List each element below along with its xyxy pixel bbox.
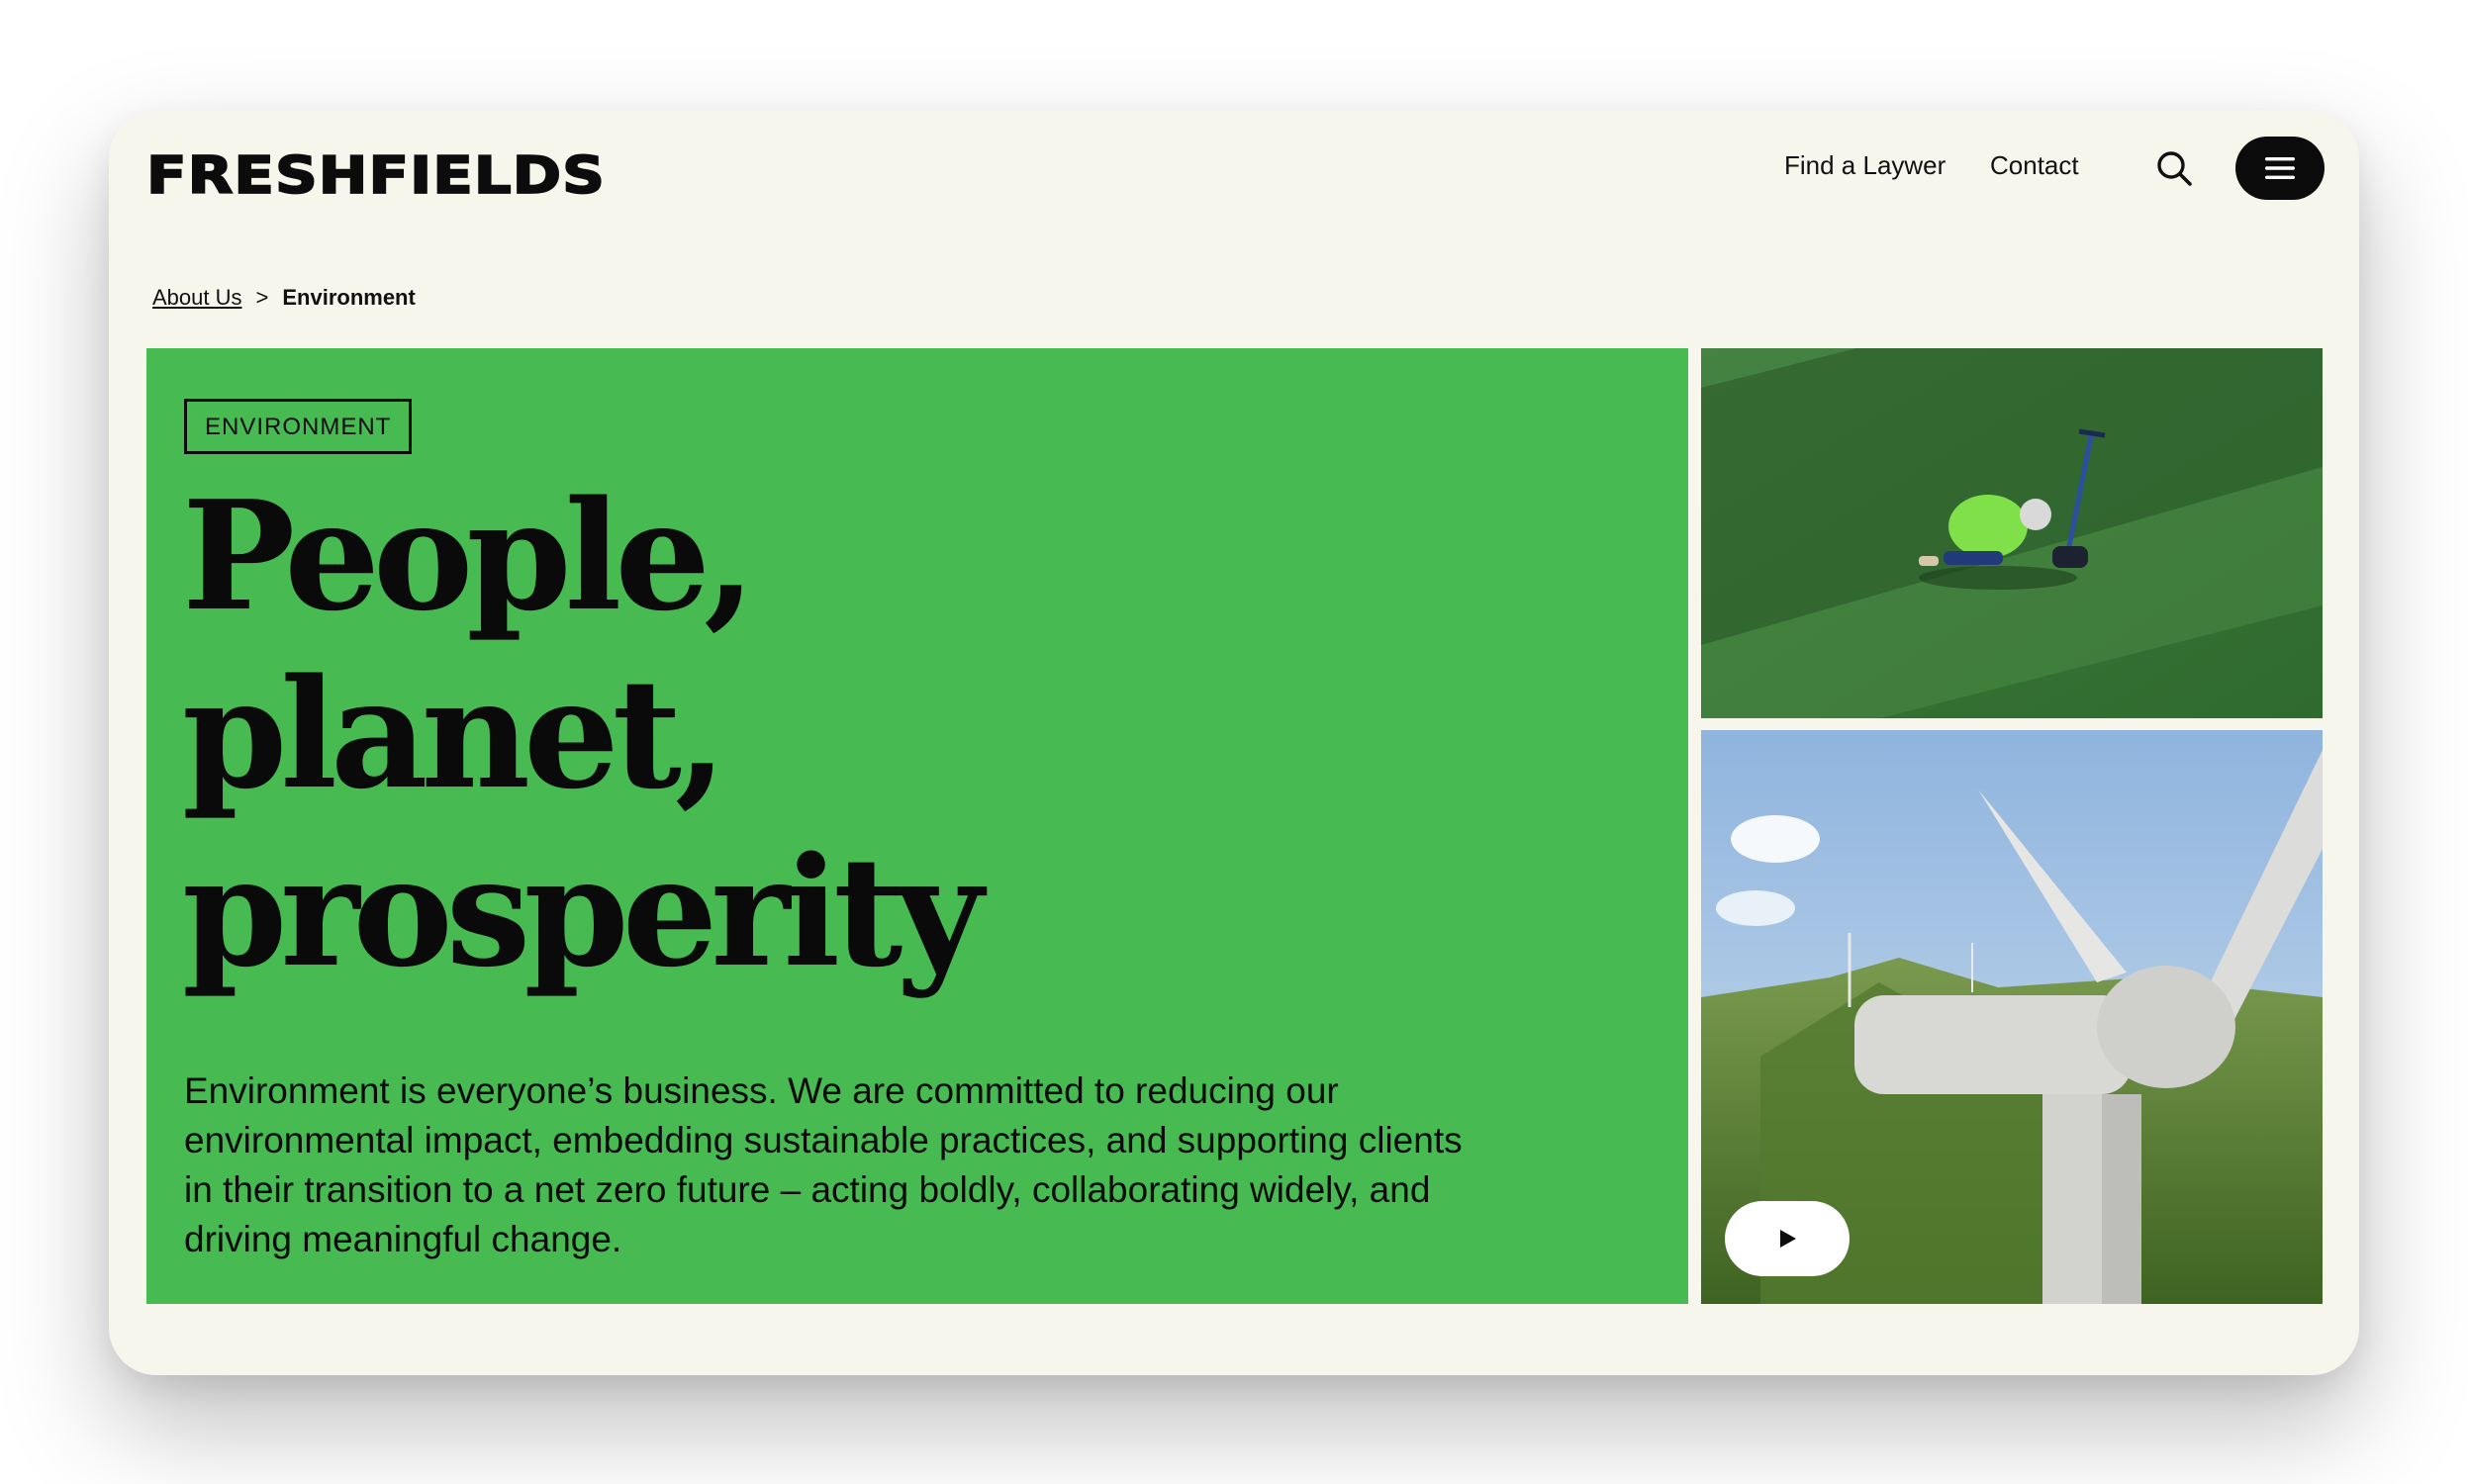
headline-line-1: People, planet, (182, 467, 756, 822)
play-video-button[interactable] (1725, 1201, 1850, 1276)
browser-window: FRESHFIELDS Find a Laywer Contact About … (109, 111, 2359, 1375)
intro-paragraph: Environment is everyone’s business. We a… (184, 1070, 1463, 1259)
category-tag: ENVIRONMENT (184, 399, 413, 454)
headline-line-2: prosperity (182, 823, 984, 1000)
search-button[interactable] (2152, 146, 2196, 190)
breadcrumb: About Us > Environment (152, 285, 416, 311)
play-icon (1780, 1230, 1796, 1248)
hero-panel: ENVIRONMENT People, planet, prosperity E… (146, 348, 1688, 1304)
breadcrumb-about-us[interactable]: About Us (152, 285, 242, 311)
freshfields-logo[interactable]: FRESHFIELDS (145, 145, 606, 207)
breadcrumb-separator: > (255, 285, 269, 310)
search-icon (2157, 151, 2192, 186)
hamburger-menu-icon (2265, 157, 2295, 179)
nav-contact[interactable]: Contact (1990, 150, 2079, 181)
breadcrumb-current: Environment (282, 285, 416, 310)
menu-button[interactable] (2235, 137, 2325, 200)
groundskeeper-turf-image (1701, 348, 2323, 718)
nav-find-a-lawyer[interactable]: Find a Laywer (1784, 150, 1946, 181)
wind-turbine-video-thumbnail[interactable] (1701, 730, 2323, 1304)
page-title: People, planet, prosperity (182, 467, 1271, 1001)
